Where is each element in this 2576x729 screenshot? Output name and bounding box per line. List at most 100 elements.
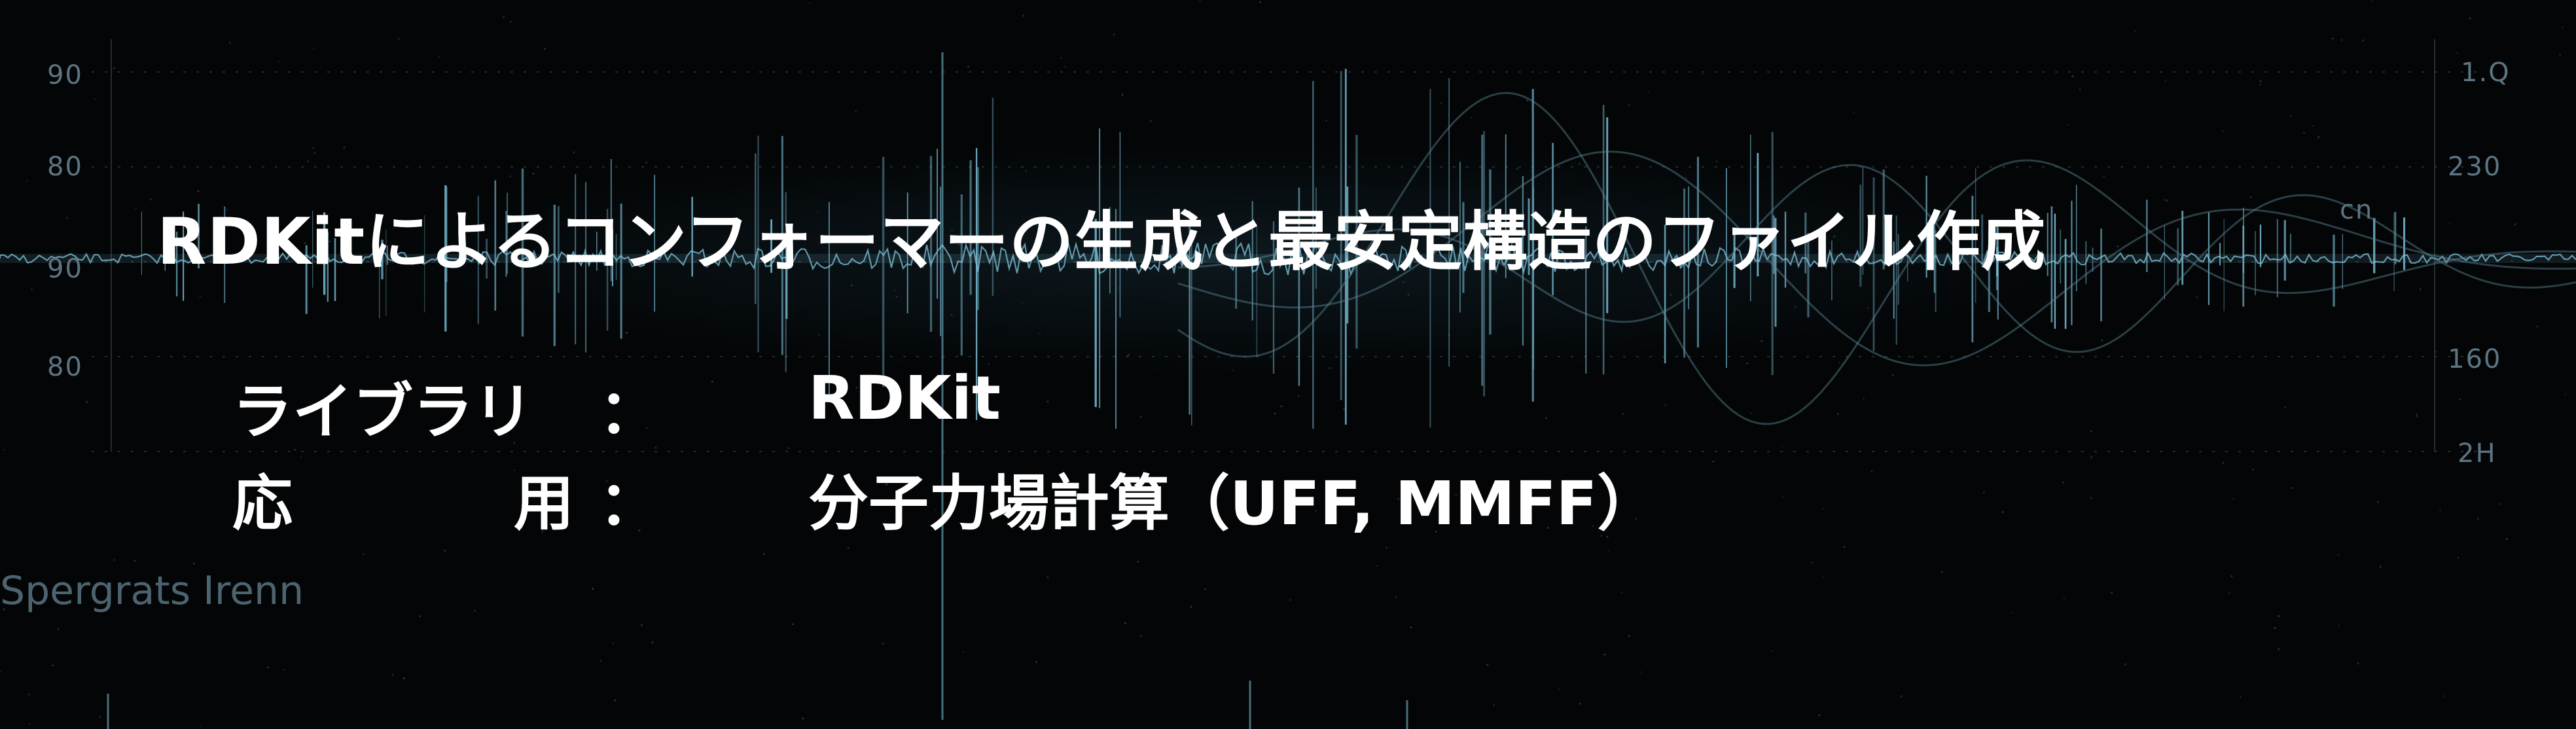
background-dot [2117, 245, 2119, 248]
background-dot [1493, 703, 1495, 707]
background-dot [1818, 714, 1821, 717]
background-dot [1190, 605, 1192, 608]
background-dot [2289, 115, 2292, 118]
background-dot [2303, 132, 2306, 134]
background-dot [1603, 653, 1606, 656]
background-dot [2164, 80, 2167, 82]
background-dot [30, 288, 33, 291]
background-dot [1908, 355, 1910, 358]
background-dot [94, 98, 97, 101]
background-dot [2166, 199, 2168, 202]
background-dot [1749, 412, 1753, 415]
background-dot [2163, 198, 2166, 201]
background-dot [29, 723, 31, 726]
background-dot [418, 615, 421, 618]
background-dot [2251, 468, 2255, 471]
background-dot [1410, 626, 1412, 629]
background-dot [228, 41, 231, 44]
background-dot [2536, 325, 2539, 328]
background-dot [2469, 17, 2471, 20]
background-dot [2419, 288, 2422, 291]
background-dot [1781, 445, 1783, 448]
background-dot [313, 47, 315, 50]
background-dot [444, 549, 446, 552]
background-dot [1117, 287, 1119, 289]
background-dot [134, 207, 137, 210]
background-dot [150, 198, 152, 201]
background-dot [1761, 340, 1763, 342]
background-dot [855, 110, 857, 113]
background-dot [2001, 511, 2004, 514]
background-dot [882, 642, 884, 645]
background-dot [1900, 695, 1903, 698]
background-dot [113, 67, 116, 69]
background-dot [2337, 624, 2340, 627]
background-dot [2228, 592, 2231, 594]
background-dot [791, 623, 794, 626]
background-dot [1639, 671, 1642, 673]
background-dot [113, 559, 116, 561]
background-dot [711, 380, 713, 383]
background-dot [1407, 293, 1410, 296]
background-dot [402, 677, 405, 680]
background-dot [1199, 0, 1202, 2]
background-dot [1060, 56, 1063, 60]
background-dot [1046, 576, 1049, 578]
background-dot [2103, 175, 2105, 178]
background-dot [1140, 634, 1143, 637]
background-dot [2230, 575, 2233, 578]
background-dot [1329, 366, 1331, 370]
background-dot [592, 588, 594, 590]
background-dot [2239, 696, 2242, 699]
background-dot [2278, 648, 2280, 650]
background-dot [962, 650, 965, 653]
background-dot [1647, 90, 1650, 93]
background-dot [1628, 104, 1630, 107]
background-dot [1486, 664, 1489, 666]
background-dot [1325, 119, 1328, 122]
background-dot [1557, 688, 1560, 691]
background-dot [2090, 430, 2093, 433]
background-dot [98, 715, 101, 718]
background-dot [1342, 408, 1346, 411]
background-dot [1297, 395, 1300, 398]
background-dot [2101, 339, 2103, 342]
background-dot [2361, 39, 2365, 42]
background-dot [1204, 588, 1207, 590]
background-dot [2416, 413, 2418, 416]
background-dot [1655, 310, 1657, 313]
background-dot [1607, 550, 1610, 552]
background-dot [312, 147, 314, 149]
background-dot [26, 180, 28, 183]
application-label-first-char: 応 [232, 469, 293, 539]
library-value: RDKit [808, 363, 1001, 433]
background-dot [1620, 591, 1623, 594]
slide-title: RDKitによるコンフォーマーの生成と最安定構造のファイル作成 [157, 205, 2047, 279]
background-dot [1394, 596, 1397, 598]
background-dot [1701, 73, 1704, 76]
background-dot [809, 2, 812, 5]
background-dot [3, 448, 5, 451]
background-dot [651, 641, 654, 644]
background-dot [134, 560, 136, 562]
background-dot [612, 642, 615, 645]
background-dot [2291, 487, 2294, 489]
background-dot [2377, 501, 2380, 503]
background-dot [2357, 662, 2359, 665]
background-dot [763, 553, 766, 556]
background-dot [2371, 0, 2374, 3]
background-dot [52, 664, 54, 667]
background-dot [2456, 52, 2458, 54]
background-dot [599, 660, 602, 662]
background-dot [2435, 350, 2438, 353]
right-axis-label: 2H [2458, 438, 2497, 469]
background-dot [199, 295, 202, 298]
background-dot [2416, 415, 2418, 418]
application-value: 分子力場計算（UFF, MMFF） [808, 469, 1658, 539]
right-axis-label: 160 [2448, 344, 2502, 374]
slide: 90 80 90 80 1.Q 230 cn 160 2H Spergrats … [0, 0, 2576, 729]
background-dot [65, 217, 68, 219]
background-dot [1838, 362, 1841, 364]
background-dot [1628, 635, 1630, 637]
left-axis-label: 90 [47, 254, 83, 284]
